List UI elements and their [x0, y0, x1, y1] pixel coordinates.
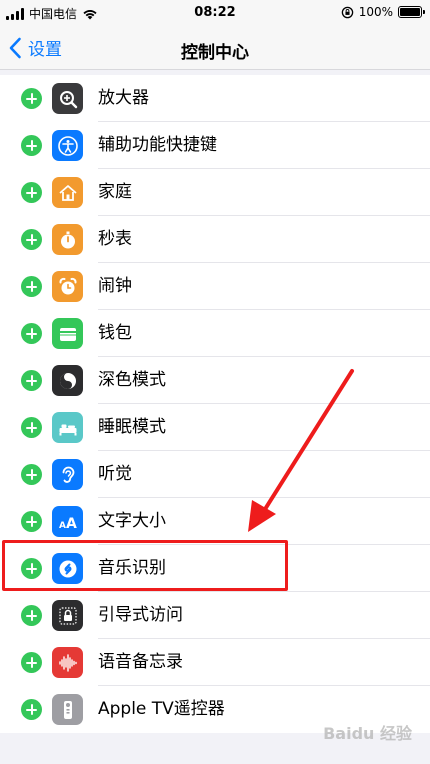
ear-icon	[52, 459, 83, 490]
watermark: Baidu 经验	[323, 724, 412, 743]
list-item-label: 家庭	[98, 182, 132, 202]
battery-fill	[400, 8, 420, 16]
add-control-button[interactable]	[21, 511, 42, 532]
list-item: 听觉	[0, 451, 430, 498]
list-item-label: 语音备忘录	[98, 652, 183, 672]
svg-text:A: A	[59, 521, 66, 531]
add-control-button[interactable]	[21, 323, 42, 344]
add-control-button[interactable]	[21, 605, 42, 626]
voice-memo-icon	[52, 647, 83, 678]
add-control-button[interactable]	[21, 88, 42, 109]
alarm-icon	[52, 271, 83, 302]
add-control-button[interactable]	[21, 417, 42, 438]
list-item: 深色模式	[0, 357, 430, 404]
add-control-button[interactable]	[21, 699, 42, 720]
battery-icon	[398, 6, 425, 18]
add-control-button[interactable]	[21, 652, 42, 673]
add-control-button[interactable]	[21, 135, 42, 156]
more-controls-list: 放大器辅助功能快捷键 家庭秒表闹钟钱包深色模式睡眠模式听觉 A A 文字大小音乐识别引导…	[0, 75, 430, 733]
home-icon	[52, 177, 83, 208]
status-bar: 中国电信 08:22 100%	[0, 0, 430, 28]
list-item-label: 文字大小	[98, 511, 166, 531]
stopwatch-icon	[52, 224, 83, 255]
list-item: 钱包	[0, 310, 430, 357]
list-item-label: 睡眠模式	[98, 417, 166, 437]
list-item-label: Apple TV遥控器	[98, 699, 225, 719]
list-item: 睡眠模式	[0, 404, 430, 451]
svg-text:A: A	[66, 516, 77, 532]
list-item-label: 闹钟	[98, 276, 132, 296]
add-control-button[interactable]	[21, 182, 42, 203]
list-item-label: 放大器	[98, 88, 149, 108]
list-item: 音乐识别	[0, 545, 430, 592]
list-item-label: 钱包	[98, 323, 132, 343]
list-item-label: 音乐识别	[98, 558, 166, 578]
navigation-bar: 设置 控制中心	[0, 28, 430, 70]
battery-percent: 100%	[358, 5, 393, 19]
list-item-label: 辅助功能快捷键	[98, 135, 217, 155]
tv-remote-icon	[52, 694, 83, 725]
add-control-button[interactable]	[21, 464, 42, 485]
wallet-icon	[52, 318, 83, 349]
list-item-label: 深色模式	[98, 370, 166, 390]
list-item: 引导式访问	[0, 592, 430, 639]
page-title: 控制中心	[181, 43, 249, 63]
bed-icon	[52, 412, 83, 443]
list-item: 秒表	[0, 216, 430, 263]
list-item: 辅助功能快捷键	[0, 122, 430, 169]
status-right: 100%	[341, 5, 425, 19]
magnifier-icon	[52, 83, 83, 114]
add-control-button[interactable]	[21, 229, 42, 250]
dark-mode-icon	[52, 365, 83, 396]
list-item: 放大器	[0, 75, 430, 122]
shazam-icon	[52, 553, 83, 584]
text-size-icon: AA	[52, 506, 83, 537]
add-control-button[interactable]	[21, 558, 42, 579]
list-item: 家庭	[0, 169, 430, 216]
list-item-label: 引导式访问	[98, 605, 183, 625]
accessibility-icon	[52, 130, 83, 161]
guided-access-icon	[52, 600, 83, 631]
list-item-label: 听觉	[98, 464, 132, 484]
list-item-label: 秒表	[98, 229, 132, 249]
list-item: A A 文字大小	[0, 498, 430, 545]
list-item: 闹钟	[0, 263, 430, 310]
rotation-lock-icon	[341, 6, 353, 18]
list-item: 语音备忘录	[0, 639, 430, 686]
add-control-button[interactable]	[21, 276, 42, 297]
add-control-button[interactable]	[21, 370, 42, 391]
